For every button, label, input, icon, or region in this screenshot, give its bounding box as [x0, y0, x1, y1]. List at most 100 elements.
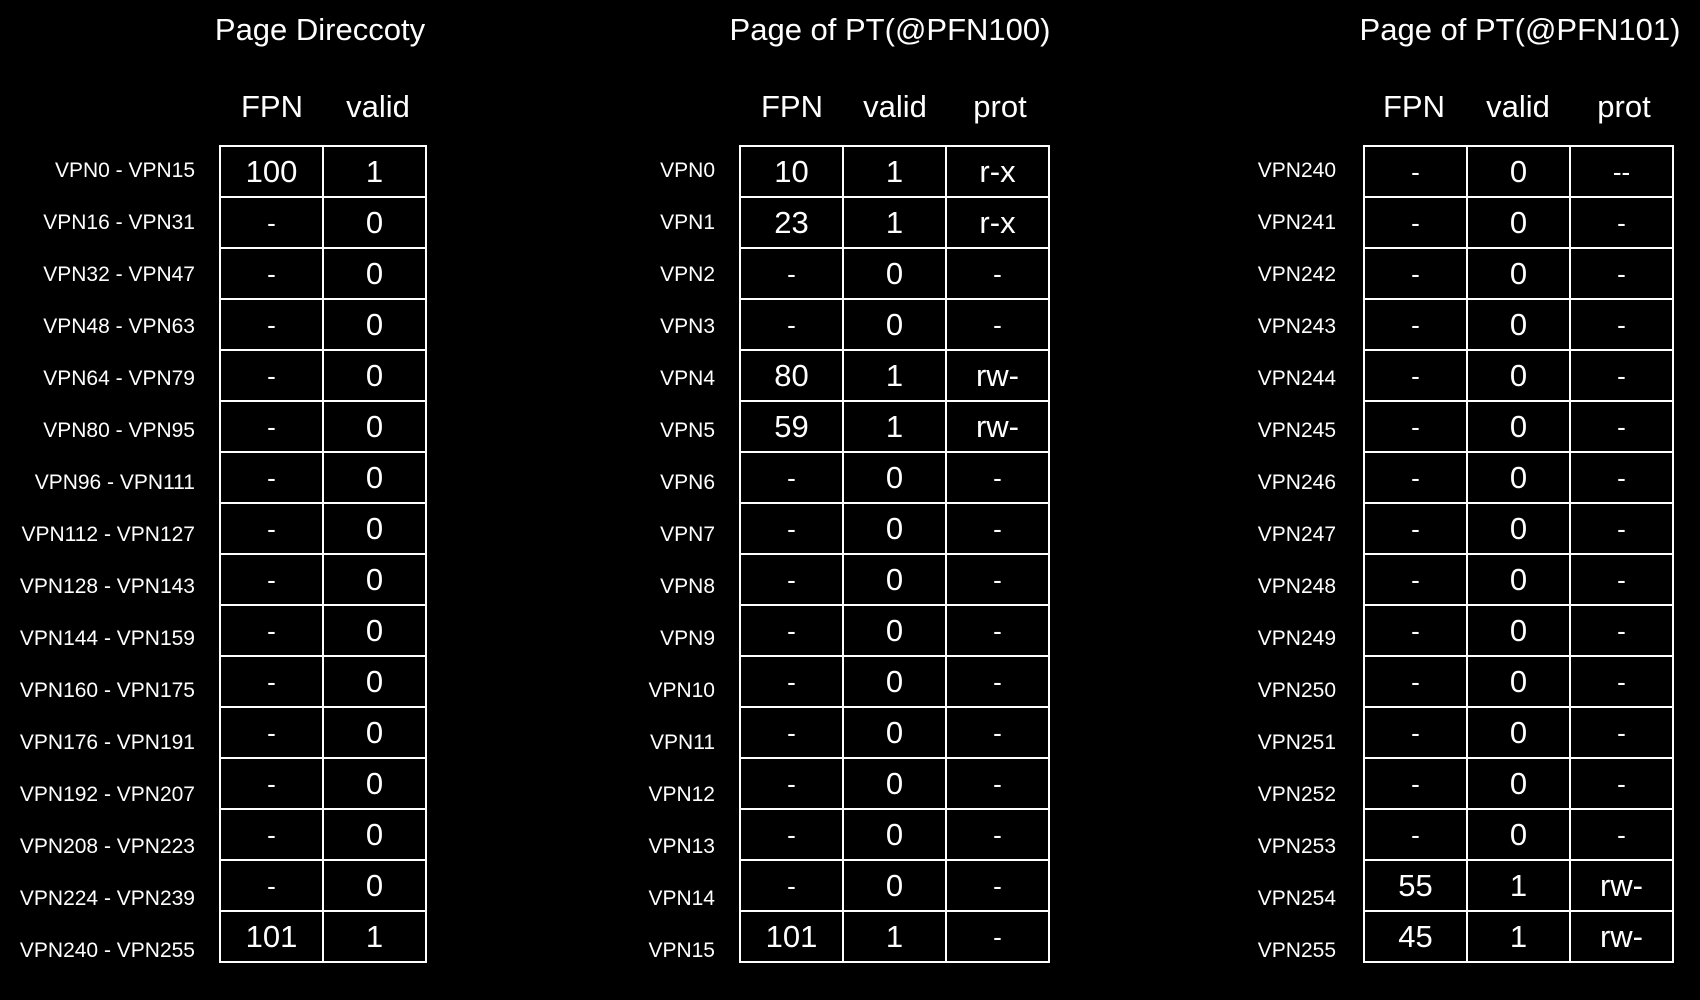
table-row: -0-	[739, 298, 1050, 351]
table-row: -0	[219, 298, 427, 351]
table-row: -0-	[739, 655, 1050, 708]
valid-cell: 0	[842, 298, 947, 351]
row-label: VPN64 - VPN79	[43, 367, 195, 390]
table-row: -0-	[1363, 247, 1674, 300]
table-row: -0-	[739, 451, 1050, 504]
row-label: VPN10	[648, 679, 715, 702]
fpn-cell: -	[219, 502, 324, 555]
valid-cell: 0	[1466, 706, 1571, 759]
valid-cell: 1	[842, 196, 947, 249]
fpn-cell: -	[219, 400, 324, 453]
prot-cell: -	[1569, 553, 1674, 606]
prot-cell: -	[945, 502, 1050, 555]
page-table-101-panel: Page of PT(@PFN101) FPN valid prot VPN24…	[1180, 0, 1700, 1000]
page-table-101-header-fpn: FPN	[1383, 89, 1445, 124]
row-label: VPN249	[1257, 627, 1336, 650]
fpn-cell: -	[219, 451, 324, 504]
row-label: VPN240 - VPN255	[19, 939, 195, 962]
fpn-cell: -	[219, 298, 324, 351]
valid-cell: 0	[322, 349, 427, 402]
valid-cell: 1	[1466, 859, 1571, 912]
fpn-cell: -	[739, 298, 844, 351]
page-directory-row-labels: VPN0 - VPN15 VPN16 - VPN31 VPN32 - VPN47 VP…	[0, 145, 195, 977]
prot-cell: -	[945, 910, 1050, 963]
row-label: VPN32 - VPN47	[43, 263, 195, 286]
table-row: -0-	[739, 757, 1050, 810]
valid-cell: 0	[1466, 298, 1571, 351]
page-directory-header-fpn: FPN	[241, 89, 303, 124]
page-table-101-header-valid: valid	[1486, 89, 1550, 124]
valid-cell: 0	[842, 553, 947, 606]
fpn-cell: -	[219, 655, 324, 708]
prot-cell: r-x	[945, 145, 1050, 198]
row-label: VPN14	[648, 887, 715, 910]
table-row: 45 1 rw-	[1363, 910, 1674, 963]
valid-cell: 0	[842, 808, 947, 861]
row-label: VPN251	[1257, 731, 1336, 754]
prot-cell: -	[945, 655, 1050, 708]
valid-cell: 0	[842, 604, 947, 657]
page-table-100-header-valid: valid	[863, 89, 927, 124]
row-label: VPN250	[1257, 679, 1336, 702]
valid-cell: 1	[842, 910, 947, 963]
table-row: -0-	[739, 859, 1050, 912]
prot-cell: r-x	[945, 196, 1050, 249]
table-row: -0	[219, 706, 427, 759]
fpn-cell: -	[739, 655, 844, 708]
row-label: VPN48 - VPN63	[43, 315, 195, 338]
row-label: VPN245	[1257, 419, 1336, 442]
page-directory-table: 100 1-0-0-0-0-0-0-0-0-0-0-0-0-0-0 101 1	[219, 145, 427, 963]
table-row: -0	[219, 757, 427, 810]
table-row: -0-	[739, 247, 1050, 300]
prot-cell: -	[1569, 451, 1674, 504]
prot-cell: -	[945, 808, 1050, 861]
row-label: VPN246	[1257, 471, 1336, 494]
valid-cell: 0	[1466, 808, 1571, 861]
row-label: VPN241	[1257, 211, 1336, 234]
page-table-101-table: -0 -- -0- -0- -0- -0- -0- -0- -0- -0- -0- -0- -0- -0-…	[1363, 145, 1674, 963]
valid-cell: 0	[1466, 604, 1571, 657]
fpn-cell: -	[1363, 502, 1468, 555]
fpn-cell: -	[219, 349, 324, 402]
fpn-cell: 101	[219, 910, 324, 963]
row-label: VPN176 - VPN191	[19, 731, 195, 754]
prot-cell: -	[945, 706, 1050, 759]
table-row: 101 1-	[739, 910, 1050, 963]
valid-cell: 0	[322, 553, 427, 606]
table-row: -0	[219, 247, 427, 300]
fpn-cell: -	[739, 247, 844, 300]
page-table-100-title: Page of PT(@PFN100)	[729, 12, 1051, 47]
fpn-cell: -	[219, 859, 324, 912]
table-row: -0	[219, 859, 427, 912]
fpn-cell: 45	[1363, 910, 1468, 963]
valid-cell: 0	[842, 706, 947, 759]
fpn-cell: -	[1363, 757, 1468, 810]
page-table-100-header-prot: prot	[973, 89, 1027, 124]
row-label: VPN11	[650, 731, 715, 754]
row-label: VPN2	[660, 263, 715, 286]
page-table-101-title: Page of PT(@PFN101)	[1359, 12, 1681, 47]
table-row: -0	[219, 655, 427, 708]
row-label: VPN252	[1257, 783, 1336, 806]
valid-cell: 1	[322, 910, 427, 963]
fpn-cell: -	[1363, 451, 1468, 504]
row-label: VPN9	[660, 627, 715, 650]
valid-cell: 0	[1466, 247, 1571, 300]
page-table-100-header-fpn: FPN	[761, 89, 823, 124]
valid-cell: 0	[1466, 502, 1571, 555]
valid-cell: 1	[1466, 910, 1571, 963]
table-row: -0	[219, 451, 427, 504]
row-label: VPN6	[660, 471, 715, 494]
valid-cell: 0	[842, 859, 947, 912]
table-row: -0-	[1363, 196, 1674, 249]
table-row: -0	[219, 604, 427, 657]
table-row: -0-	[739, 808, 1050, 861]
prot-cell: -	[1569, 298, 1674, 351]
fpn-cell: -	[1363, 196, 1468, 249]
table-row: -0-	[1363, 502, 1674, 555]
valid-cell: 1	[322, 145, 427, 198]
table-row: -0-	[739, 706, 1050, 759]
prot-cell: -	[945, 298, 1050, 351]
fpn-cell: -	[1363, 298, 1468, 351]
table-row: 10 1 r-x	[739, 145, 1050, 198]
